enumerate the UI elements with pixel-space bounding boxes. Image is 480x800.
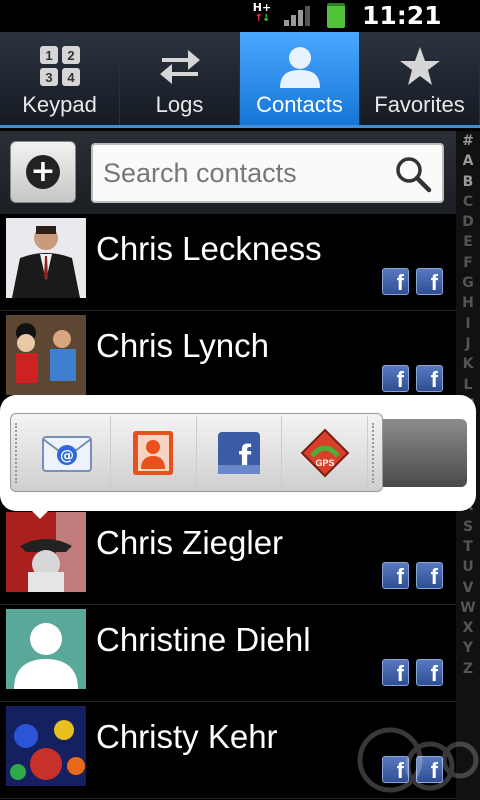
tab-label: Logs [155,92,204,117]
search-box[interactable] [91,143,444,203]
popup-pointer [26,505,54,519]
index-letter[interactable]: E [456,232,480,252]
network-indicator: H+ ↑↓ [252,2,272,28]
tab-keypad[interactable]: 1 2 3 4 Keypad [0,32,120,125]
facebook-badge: f [382,659,409,686]
tab-contacts[interactable]: Contacts [240,32,360,125]
facebook-badge: f [416,562,443,589]
contact-name: Chris Lynch [96,327,270,364]
index-letter[interactable]: # [456,131,480,151]
quick-contact-tray: @ f GPS [10,413,383,492]
avatar [6,512,86,592]
tab-label: Contacts [256,92,343,117]
svg-text:1: 1 [45,48,52,63]
contact-name: Christy Kehr [96,718,278,755]
keypad-icon: 1 2 3 4 [39,44,81,88]
facebook-badge: f [382,365,409,392]
add-contact-button[interactable]: + [10,141,76,203]
facebook-badge: f [416,365,443,392]
index-letter[interactable]: L [456,375,480,395]
watermark-logo [357,727,479,793]
tab-logs[interactable]: Logs [120,32,240,125]
avatar [6,706,86,786]
contact-card-action[interactable] [111,415,197,490]
email-action[interactable]: @ [25,415,111,490]
index-letter[interactable]: F [456,253,480,273]
index-letter[interactable]: V [456,578,480,598]
index-letter[interactable]: I [456,314,480,334]
index-letter[interactable]: J [456,334,480,354]
index-letter[interactable]: K [456,354,480,374]
quick-contact-popup: @ f GPS [0,395,476,519]
contact-card-icon [133,430,174,475]
tab-label: Favorites [374,92,465,117]
search-icon[interactable] [394,155,432,193]
contact-row-chris-lynch[interactable]: Chris Lynch f f [0,311,456,408]
signal-icon [284,6,310,26]
facebook-badge: f [416,268,443,295]
tab-bar: 1 2 3 4 Keypad Logs Contacts Favorites [0,32,480,128]
tab-favorites[interactable]: Favorites [360,32,480,125]
svg-text:3: 3 [45,70,52,85]
index-letter[interactable]: H [456,293,480,313]
facebook-badge: f [416,659,443,686]
gps-navigation-action[interactable]: GPS [282,415,369,490]
index-letter[interactable]: X [456,618,480,638]
index-letter[interactable]: D [456,212,480,232]
email-icon: @ [42,435,93,472]
search-input[interactable] [103,155,383,191]
index-letter[interactable]: A [456,151,480,171]
contacts-icon [278,44,322,88]
add-icon: + [26,155,60,189]
facebook-badge: f [382,268,409,295]
index-letter[interactable]: Y [456,638,480,658]
index-letter[interactable]: C [456,192,480,212]
index-letter[interactable]: T [456,537,480,557]
facebook-icon: f [217,431,260,475]
contact-row-chris-ziegler[interactable]: Chris Ziegler f f [0,508,456,605]
avatar [6,218,86,298]
contact-name: Chris Ziegler [96,524,284,561]
svg-text:4: 4 [67,70,75,85]
index-letter[interactable]: S [456,517,480,537]
index-letter[interactable]: W [456,598,480,618]
tab-label: Keypad [22,92,97,117]
contact-name: Chris Leckness [96,230,322,267]
status-bar: H+ ↑↓ 11:21 AM [0,0,480,59]
battery-icon [327,3,345,28]
index-letter[interactable]: B [456,172,480,192]
facebook-badge: f [382,562,409,589]
gps-label: GPS [315,458,334,468]
tray-grip [372,422,382,483]
facebook-action[interactable]: f [197,415,283,490]
index-letter[interactable]: U [456,557,480,577]
avatar [6,609,86,689]
tray-overflow [383,419,467,487]
contact-row-chris-leckness[interactable]: Chris Leckness f f [0,214,456,311]
contact-name: Christine Diehl [96,621,311,658]
tray-grip [15,422,25,483]
avatar [6,315,86,395]
index-letter[interactable]: Z [456,659,480,679]
index-letter[interactable]: G [456,273,480,293]
star-icon [399,44,441,88]
logs-icon [158,44,202,88]
gps-navigation-icon: GPS [300,428,350,477]
svg-text:@: @ [60,448,74,464]
contact-row-christine-diehl[interactable]: Christine Diehl f f [0,605,456,702]
svg-text:2: 2 [67,48,74,63]
search-bar: + [0,131,456,214]
data-activity-icon: ↑↓ [254,13,271,24]
